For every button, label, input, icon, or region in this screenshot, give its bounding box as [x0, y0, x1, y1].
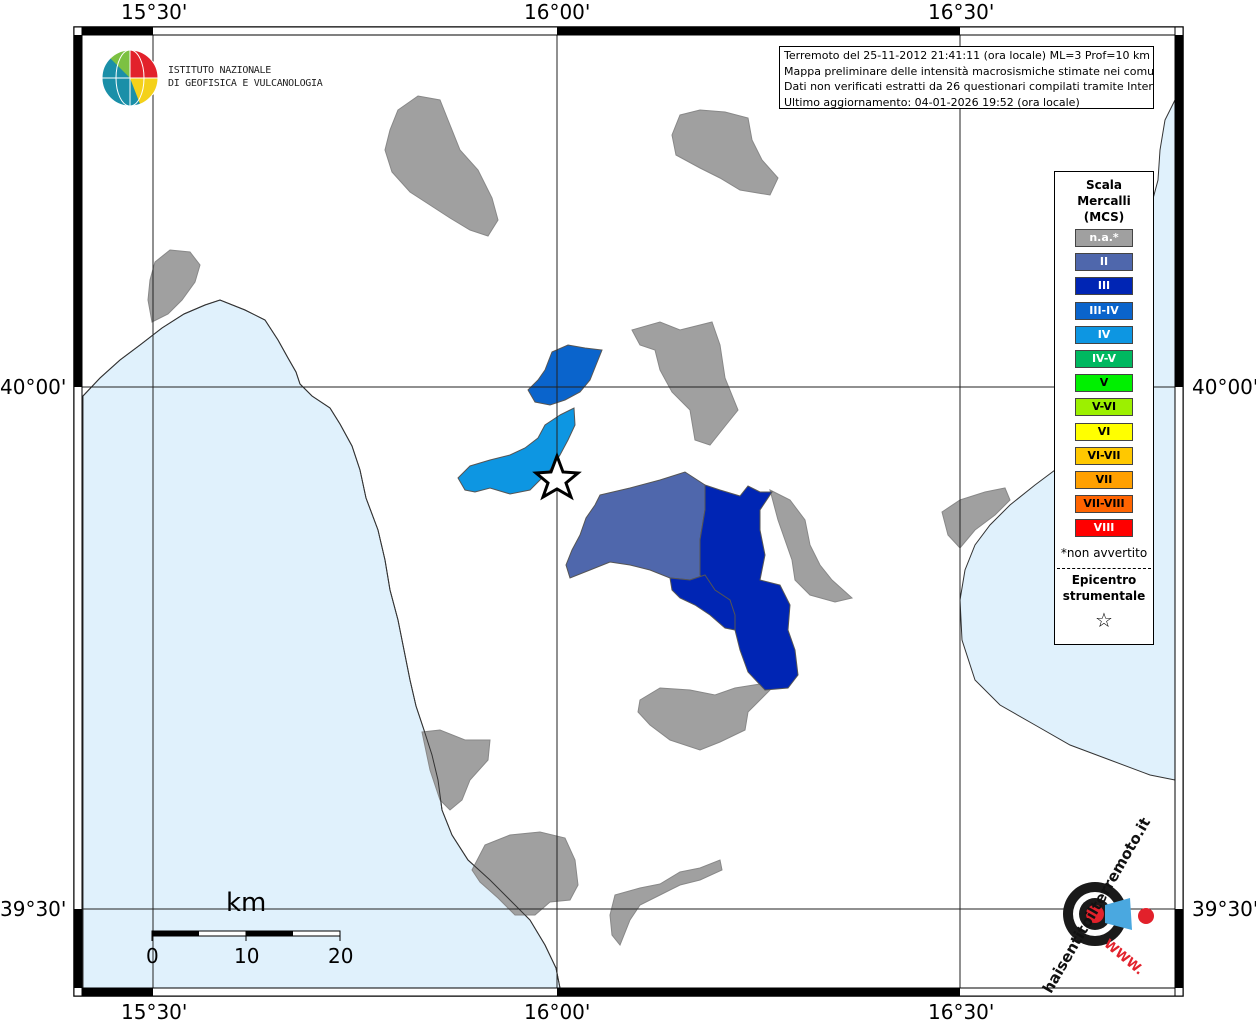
legend-swatch-2: III	[1075, 277, 1133, 296]
event-info-box: Terremoto del 25-11-2012 21:41:11 (ora l…	[779, 46, 1154, 109]
top-label-2: 16°00'	[524, 0, 591, 24]
left-label-2: 39°30'	[0, 897, 67, 921]
legend-swatch-1: II	[1075, 253, 1133, 272]
top-label-3: 16°30'	[928, 0, 995, 24]
legend-swatch-9: VI-VII	[1075, 446, 1133, 465]
legend-swatch-6: V	[1075, 374, 1133, 393]
scale-unit: km	[226, 888, 267, 918]
legend-swatch-8: VI	[1075, 422, 1133, 441]
legend-title-line1: Scala	[1085, 178, 1123, 192]
right-label-1: 40°00'	[1192, 375, 1256, 399]
scale-tick-10: 10	[234, 944, 260, 968]
legend-swatch-3: III-IV	[1075, 301, 1133, 320]
left-label-1: 40°00'	[0, 375, 67, 399]
top-label-1: 15°30'	[121, 0, 188, 24]
bottom-label-3: 16°30'	[928, 1000, 995, 1024]
legend-swatch-12: VIII	[1075, 519, 1133, 538]
ingv-logo-text: ISTITUTO NAZIONALE DI GEOFISICA E VULCAN…	[168, 64, 323, 90]
legend-separator	[1057, 568, 1151, 569]
ingv-line2: DI GEOFISICA E VULCANOLOGIA	[168, 78, 323, 89]
legend-epicenter-line1: Epicentro	[1071, 573, 1137, 587]
legend-title-line3: (MCS)	[1083, 210, 1125, 224]
legend-swatch-0: n.a.*	[1075, 229, 1133, 247]
legend-swatch-10: VII	[1075, 471, 1133, 489]
right-label-2: 39°30'	[1192, 897, 1256, 921]
map-figure: 15°30' 16°00' 16°30' 15°30' 16°00' 16°30…	[0, 0, 1256, 1024]
bottom-label-1: 15°30'	[121, 1000, 188, 1024]
bottom-label-2: 16°00'	[524, 1000, 591, 1024]
legend-swatch-4: IV	[1075, 325, 1133, 344]
info-line-1: Terremoto del 25-11-2012 21:41:11 (ora l…	[784, 49, 1151, 62]
ingv-line1: ISTITUTO NAZIONALE	[168, 65, 271, 76]
legend-title: Scala Mercalli (MCS)	[1055, 177, 1153, 225]
intensity-legend: Scala Mercalli (MCS) n.a.* II III III-IV IV I…	[1054, 171, 1154, 645]
legend-star-icon: ☆	[1095, 608, 1113, 632]
legend-note: *non avvertito	[1060, 546, 1148, 560]
info-line-3: Dati non verificati estratti da 26 quest…	[784, 80, 1154, 93]
info-line-4: Ultimo aggiornamento: 04-01-2026 19:52 (…	[784, 95, 1080, 109]
scale-tick-20: 20	[328, 944, 354, 968]
legend-title-line2: Mercalli	[1077, 194, 1131, 208]
legend-epicenter-label: Epicentro strumentale	[1055, 572, 1153, 604]
info-line-2: Mappa preliminare delle intensità macros…	[784, 64, 1154, 78]
ingv-globe-icon	[101, 49, 159, 107]
legend-epicenter-line2: strumentale	[1062, 589, 1146, 603]
legend-swatch-5: IV-V	[1075, 350, 1133, 368]
legend-swatch-7: V-VI	[1075, 398, 1133, 417]
legend-swatch-11: VII-VIII	[1075, 495, 1133, 514]
scale-tick-0: 0	[146, 944, 159, 968]
